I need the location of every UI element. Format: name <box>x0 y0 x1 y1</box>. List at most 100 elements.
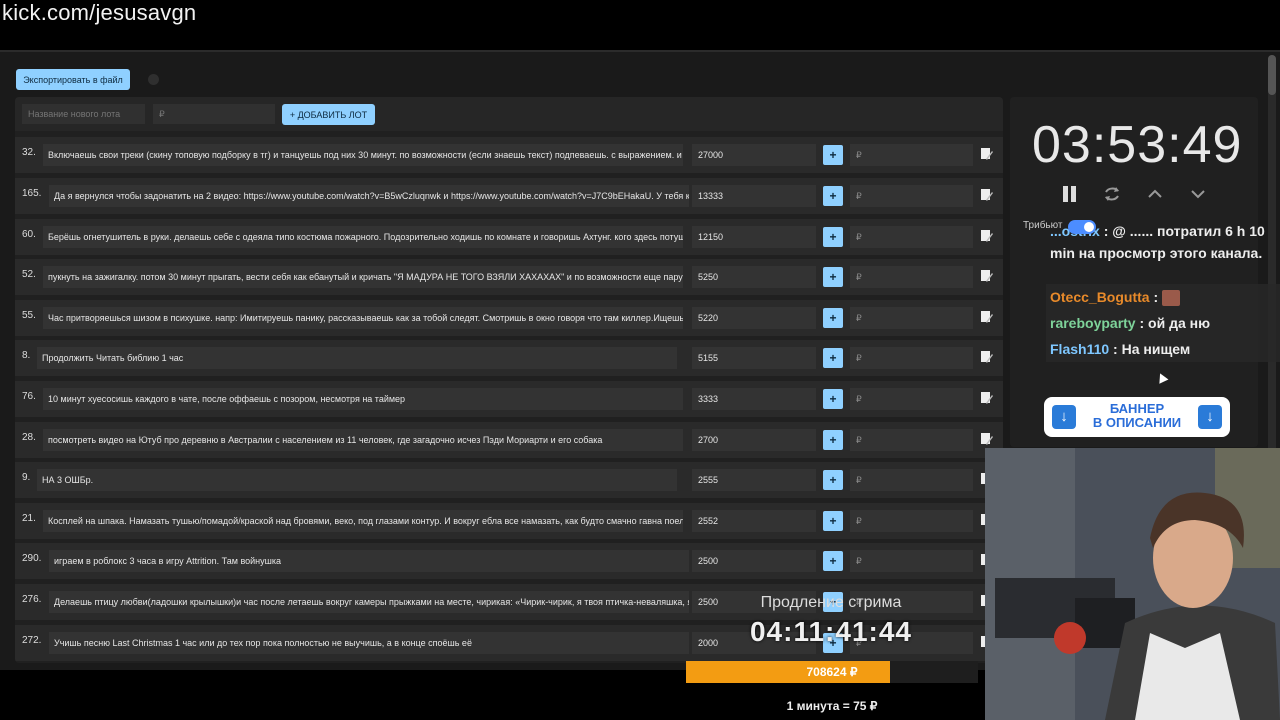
donation-rate: 1 минута = 75 ₽ <box>786 699 878 713</box>
new-lot-amount-input[interactable] <box>153 104 275 124</box>
export-button[interactable]: Экспортировать в файл <box>16 69 130 90</box>
add-amount-input[interactable]: ₽ <box>850 144 973 166</box>
lot-row: 21. Косплей на шпака. Намазать тушью/пома… <box>15 503 1003 539</box>
pencil-icon[interactable] <box>980 229 994 243</box>
lot-index: 52. <box>22 269 36 280</box>
lot-title-field[interactable]: Продолжить Читать библию 1 час <box>37 347 677 369</box>
add-amount-input[interactable]: ₽ <box>850 510 973 532</box>
pencil-icon[interactable] <box>980 350 994 364</box>
add-amount-input[interactable]: ₽ <box>850 388 973 410</box>
lot-title-field[interactable]: пукнуть на зажигалку. потом 30 минут пры… <box>43 266 683 288</box>
chevron-up-icon[interactable] <box>1145 185 1165 203</box>
add-amount-button[interactable]: + <box>823 145 843 165</box>
lot-index: 76. <box>22 391 36 402</box>
add-amount-input[interactable]: ₽ <box>850 429 973 451</box>
add-amount-button[interactable]: + <box>823 389 843 409</box>
lot-amount-field[interactable]: 2552 <box>692 510 816 532</box>
stream-url: kick.com/jesusavgn <box>2 0 197 25</box>
lot-title-field[interactable]: Берёшь огнетушитель в руки. делаешь себе… <box>43 226 683 248</box>
chat-message: rareboyparty : ой да ню <box>1050 312 1280 334</box>
chat-message: Otecc_Bogutta : <box>1050 286 1280 308</box>
add-amount-button[interactable]: + <box>823 308 843 328</box>
tribute-label: Трибьют <box>1023 220 1063 231</box>
lot-title-field[interactable]: 10 минут хуесосишь каждого в чате, после… <box>43 388 683 410</box>
emote-icon <box>1162 290 1181 307</box>
lot-amount-field[interactable]: 5250 <box>692 266 816 288</box>
pencil-icon[interactable] <box>980 391 994 405</box>
lot-amount-field[interactable]: 2500 <box>692 550 816 572</box>
add-amount-button[interactable]: + <box>823 430 843 450</box>
add-amount-button[interactable]: + <box>823 186 843 206</box>
add-amount-button[interactable]: + <box>823 348 843 368</box>
lot-title-field[interactable]: Делаешь птицу любви(ладошки крылышки)и ч… <box>49 591 689 613</box>
lot-title-field[interactable]: играем в роблокс 3 часа в игру Attrition… <box>49 550 689 572</box>
lot-row: 165. Да я вернулся чтобы задонатить на 2 … <box>15 178 1003 214</box>
lot-amount-field[interactable]: 3333 <box>692 388 816 410</box>
lot-title-field[interactable]: Да я вернулся чтобы задонатить на 2 виде… <box>49 185 689 207</box>
lot-title-field[interactable]: Включаешь свои треки (скину топовую подб… <box>43 144 683 166</box>
chat-username: Otecc_Bogutta <box>1050 289 1150 305</box>
add-amount-button[interactable]: + <box>823 470 843 490</box>
lot-index: 276. <box>22 594 42 605</box>
scrollbar-thumb[interactable] <box>1268 55 1276 95</box>
lot-index: 32. <box>22 147 36 158</box>
add-amount-button[interactable]: + <box>823 267 843 287</box>
progress-amount: 708624 ₽ <box>806 665 858 679</box>
lot-amount-field[interactable]: 2555 <box>692 469 816 491</box>
lot-amount-field[interactable]: 5220 <box>692 307 816 329</box>
add-amount-input[interactable]: ₽ <box>850 307 973 329</box>
banner-line1: БАННЕР <box>1109 401 1165 416</box>
lot-index: 272. <box>22 635 42 646</box>
banner-in-description: ↓ БАННЕР В ОПИСАНИИ ↓ <box>1044 397 1230 437</box>
toggle-knob <box>1084 222 1094 232</box>
lot-amount-field[interactable]: 2700 <box>692 429 816 451</box>
down-arrow-icon: ↓ <box>1198 405 1222 429</box>
add-amount-button[interactable]: + <box>823 227 843 247</box>
lot-amount-field[interactable]: 13333 <box>692 185 816 207</box>
banner-text: БАННЕР В ОПИСАНИИ <box>1082 402 1192 430</box>
lot-index: 55. <box>22 310 36 321</box>
pencil-icon[interactable] <box>980 147 994 161</box>
add-amount-input[interactable]: ₽ <box>850 550 973 572</box>
add-amount-input[interactable]: ₽ <box>850 226 973 248</box>
add-amount-input[interactable]: ₽ <box>850 185 973 207</box>
lot-title-field[interactable]: посмотреть видео на Ютуб про деревню в А… <box>43 429 683 451</box>
lot-row: 28. посмотреть видео на Ютуб про деревню … <box>15 422 1003 458</box>
pencil-icon[interactable] <box>980 269 994 283</box>
lot-index: 290. <box>22 553 42 564</box>
add-amount-button[interactable]: + <box>823 511 843 531</box>
reset-icon[interactable] <box>1102 185 1122 203</box>
tribute-toggle[interactable] <box>1068 220 1096 234</box>
add-amount-input[interactable]: ₽ <box>850 266 973 288</box>
pencil-icon[interactable] <box>980 188 994 202</box>
down-arrow-icon: ↓ <box>1052 405 1076 429</box>
lot-title-field[interactable]: Учишь песню Last Christmas 1 час или до … <box>49 632 689 654</box>
add-lot-button[interactable]: + ДОБАВИТЬ ЛОТ <box>282 104 375 125</box>
pause-icon[interactable] <box>1060 185 1080 203</box>
add-amount-input[interactable]: ₽ <box>850 469 973 491</box>
add-amount-button[interactable]: + <box>823 551 843 571</box>
lot-amount-field[interactable]: 5155 <box>692 347 816 369</box>
lot-title-field[interactable]: НА 3 ОШБр. <box>37 469 677 491</box>
lot-title-field[interactable]: Час притворяешься шизом в психушке. напр… <box>43 307 683 329</box>
lot-amount-field[interactable]: 27000 <box>692 144 816 166</box>
chat-username: rareboyparty <box>1050 315 1136 331</box>
add-amount-input[interactable]: ₽ <box>850 347 973 369</box>
chevron-down-icon[interactable] <box>1188 185 1208 203</box>
status-dot <box>148 74 159 85</box>
chat-username: Flash110 <box>1050 341 1110 357</box>
lot-title-field[interactable]: Косплей на шпака. Намазать тушью/помадой… <box>43 510 683 532</box>
chat-text: : <box>1153 289 1159 305</box>
add-lot-bar: + ДОБАВИТЬ ЛОТ <box>15 97 1003 131</box>
pencil-icon[interactable] <box>980 432 994 446</box>
donation-progress: 708624 ₽ <box>686 661 978 683</box>
pencil-icon[interactable] <box>980 310 994 324</box>
chat-text: : На нищем <box>1113 341 1191 357</box>
lot-index: 21. <box>22 513 36 524</box>
chat-message: Flash110 : На нищем <box>1050 338 1280 360</box>
lot-amount-field[interactable]: 12150 <box>692 226 816 248</box>
lot-row: 55. Час притворяешься шизом в психушке. н… <box>15 300 1003 336</box>
new-lot-name-input[interactable] <box>22 104 145 124</box>
chat-text: : ой да ню <box>1139 315 1211 331</box>
lot-row: 60. Берёшь огнетушитель в руки. делаешь с… <box>15 219 1003 255</box>
